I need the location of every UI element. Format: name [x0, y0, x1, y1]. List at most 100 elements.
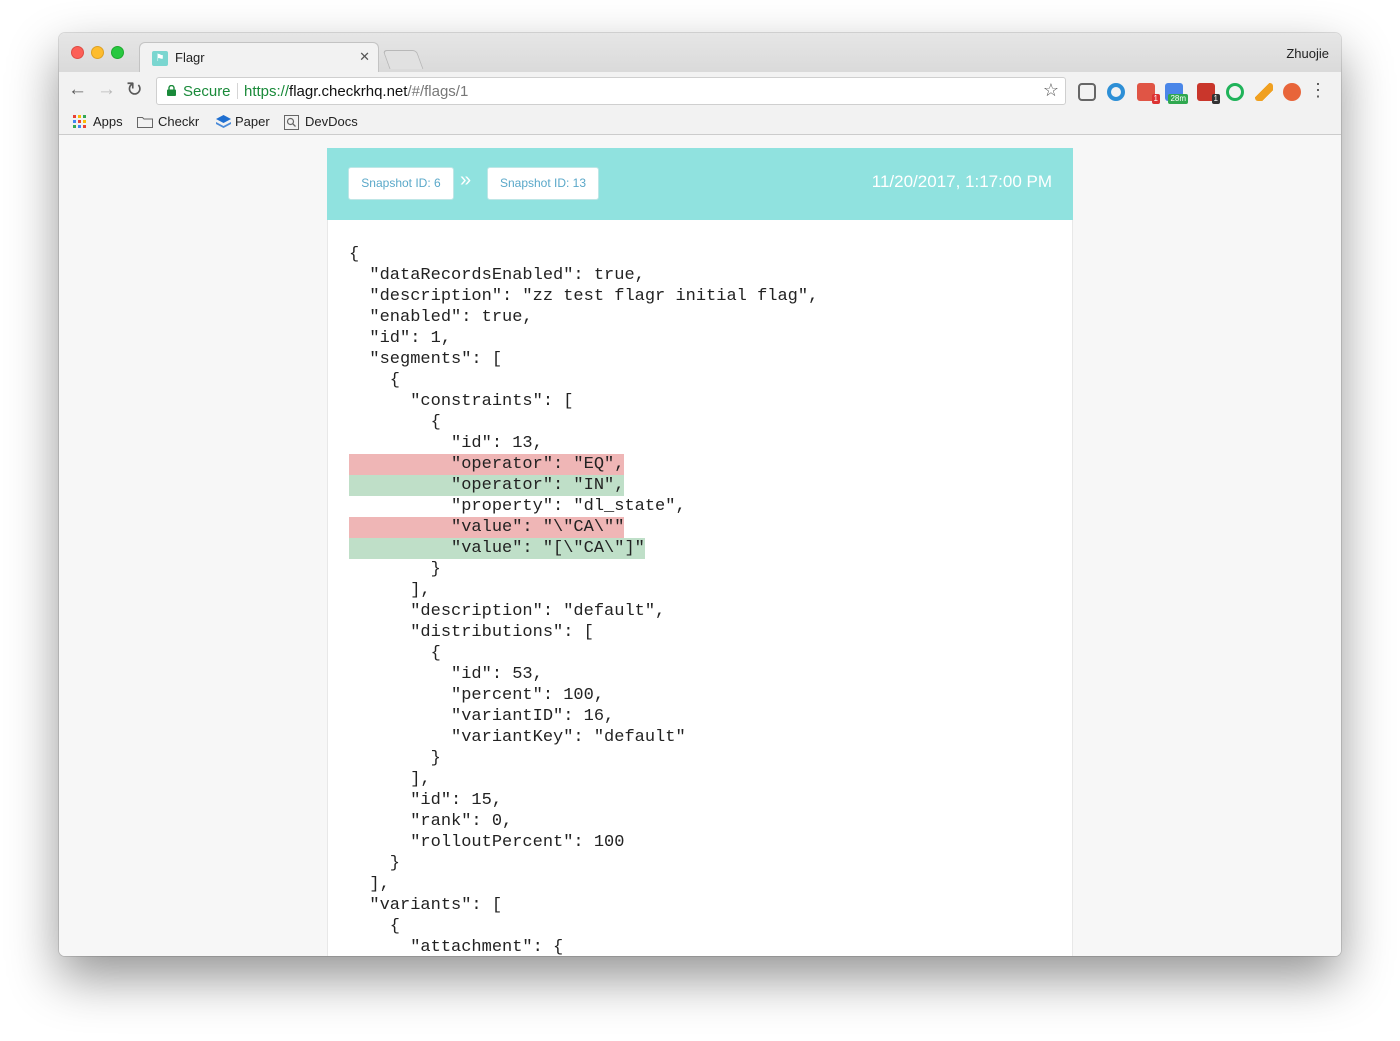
diff-line-same: "property": "dl_state", — [349, 496, 1049, 517]
new-tab-button[interactable] — [382, 50, 424, 69]
bookmark-star-icon[interactable]: ☆ — [1043, 80, 1059, 101]
diff-line-text: "rank": 0, — [349, 812, 513, 831]
lightbulb-extension-icon[interactable] — [1078, 83, 1096, 101]
diff-line-added: "operator": "IN", — [349, 475, 1049, 496]
bookmark-paper[interactable]: Paper — [216, 113, 278, 131]
circle-extension-icon[interactable] — [1107, 83, 1125, 101]
diff-line-removed: "operator": "EQ", — [349, 454, 1049, 475]
more-menu-icon[interactable]: ⋮ — [1309, 80, 1327, 100]
dropbox-paper-icon — [216, 115, 231, 128]
diff-line-text: ], — [349, 770, 431, 789]
diff-line-text: { — [349, 371, 401, 390]
bookmark-label: DevDocs — [305, 114, 358, 129]
diff-line-same: "constraints": [ — [349, 391, 1049, 412]
diff-line-text: "variantKey": "default" — [349, 728, 686, 747]
url-scheme: https:// — [244, 83, 290, 100]
calendar-extension-icon[interactable]: 28m — [1165, 83, 1188, 104]
bookmark-apps[interactable]: Apps — [73, 113, 133, 131]
diff-line-text: "enabled": true, — [349, 308, 533, 327]
calendar-badge: 28m — [1168, 94, 1188, 104]
gmail-extension-icon[interactable]: 1 — [1137, 83, 1160, 104]
diff-line-same: "rolloutPercent": 100 — [349, 832, 1049, 853]
snapshot-from-button[interactable]: Snapshot ID: 6 — [348, 167, 454, 200]
stripe-extension-icon[interactable] — [1255, 83, 1273, 101]
diff-line-text: { — [349, 644, 441, 663]
address-bar[interactable]: Secure https://flagr.checkrhq.net/#/flag… — [156, 77, 1066, 105]
title-bar: ⚑ Flagr ✕ Zhuojie — [59, 33, 1341, 73]
diff-line-text: } — [349, 749, 441, 768]
gmail-badge: 1 — [1151, 94, 1160, 104]
secure-label: Secure — [183, 83, 231, 100]
diff-line-text: "description": "zz test flagr initial fl… — [349, 287, 819, 306]
minimize-window-button[interactable] — [91, 46, 104, 59]
diff-line-same: { — [349, 412, 1049, 433]
browser-window: ⚑ Flagr ✕ Zhuojie ← → ↻ Secure https://f… — [59, 33, 1341, 956]
diff-line-text: "operator": "EQ", — [349, 454, 625, 475]
diff-line-same: "description": "zz test flagr initial fl… — [349, 286, 1049, 307]
diff-line-same: "attachment": { — [349, 937, 1049, 956]
bookmark-checkr[interactable]: Checkr — [137, 113, 207, 131]
lock-icon — [167, 85, 176, 96]
profile-name[interactable]: Zhuojie — [1286, 46, 1329, 61]
url-host: flagr.checkrhq.net — [289, 83, 408, 100]
diff-line-text: "attachment": { — [349, 938, 564, 956]
diff-line-same: ], — [349, 580, 1049, 601]
diff-line-text: "distributions": [ — [349, 623, 594, 642]
diff-line-text: "property": "dl_state", — [349, 497, 686, 516]
diff-line-text: "rolloutPercent": 100 — [349, 833, 625, 852]
grammarly-extension-icon[interactable] — [1226, 83, 1244, 101]
double-chevron-right-icon: » — [460, 169, 472, 191]
diff-line-same: { — [349, 916, 1049, 937]
diff-line-same: "distributions": [ — [349, 622, 1049, 643]
tab-close-icon[interactable]: ✕ — [359, 49, 370, 65]
diff-line-text: "percent": 100, — [349, 686, 605, 705]
cookie-extension-icon[interactable] — [1283, 83, 1301, 101]
diff-line-text: { — [349, 917, 401, 936]
diff-line-same: { — [349, 244, 1049, 265]
flag-icon: ⚑ — [152, 51, 168, 66]
snapshot-to-button[interactable]: Snapshot ID: 13 — [487, 167, 599, 200]
diff-line-added: "value": "[\"CA\"]" — [349, 538, 1049, 559]
diff-line-same: "enabled": true, — [349, 307, 1049, 328]
diff-line-text: ], — [349, 875, 390, 894]
reload-icon[interactable]: ↻ — [126, 80, 143, 100]
diff-line-text: "value": "\"CA\"" — [349, 517, 625, 538]
zoom-window-button[interactable] — [111, 46, 124, 59]
diff-line-text: "dataRecordsEnabled": true, — [349, 266, 645, 285]
diff-line-text: "segments": [ — [349, 350, 503, 369]
close-window-button[interactable] — [71, 46, 84, 59]
todo-extension-icon[interactable]: 1 — [1197, 83, 1220, 104]
forward-arrow-icon[interactable]: → — [97, 80, 116, 100]
devdocs-search-icon — [284, 115, 299, 130]
omnibox-divider — [237, 83, 238, 99]
diff-line-same: "variants": [ — [349, 895, 1049, 916]
diff-line-same: ], — [349, 874, 1049, 895]
diff-line-text: } — [349, 854, 401, 873]
diff-line-text: "id": 53, — [349, 665, 543, 684]
diff-line-same: { — [349, 370, 1049, 391]
diff-line-same: "id": 53, — [349, 664, 1049, 685]
diff-line-same: "id": 15, — [349, 790, 1049, 811]
bookmark-label: Checkr — [158, 114, 200, 129]
diff-line-removed: "value": "\"CA\"" — [349, 517, 1049, 538]
diff-line-text: "id": 1, — [349, 329, 452, 348]
diff-line-text: "description": "default", — [349, 602, 666, 621]
diff-line-text: { — [349, 245, 360, 264]
bookmark-devdocs[interactable]: DevDocs — [284, 113, 364, 131]
folder-icon — [137, 117, 153, 128]
diff-line-text: ], — [349, 581, 431, 600]
bookmarks-bar: Apps Checkr Paper DevDocs — [59, 110, 1341, 135]
url-text[interactable]: https://flagr.checkrhq.net/#/flags/1 — [244, 83, 468, 100]
back-arrow-icon[interactable]: ← — [68, 80, 87, 100]
diff-line-same: } — [349, 559, 1049, 580]
browser-tab-flagr[interactable]: ⚑ Flagr ✕ — [139, 42, 379, 73]
diff-line-same: "variantID": 16, — [349, 706, 1049, 727]
page-content: Snapshot ID: 6 » Snapshot ID: 13 11/20/2… — [59, 135, 1341, 956]
url-path: /#/flags/1 — [407, 83, 469, 100]
apps-grid-icon — [73, 115, 86, 128]
diff-line-same: ], — [349, 769, 1049, 790]
diff-line-text: "id": 13, — [349, 434, 543, 453]
browser-toolbar: ← → ↻ Secure https://flagr.checkrhq.net/… — [59, 72, 1341, 110]
bookmark-label: Paper — [235, 114, 270, 129]
todo-badge: 1 — [1211, 94, 1220, 104]
